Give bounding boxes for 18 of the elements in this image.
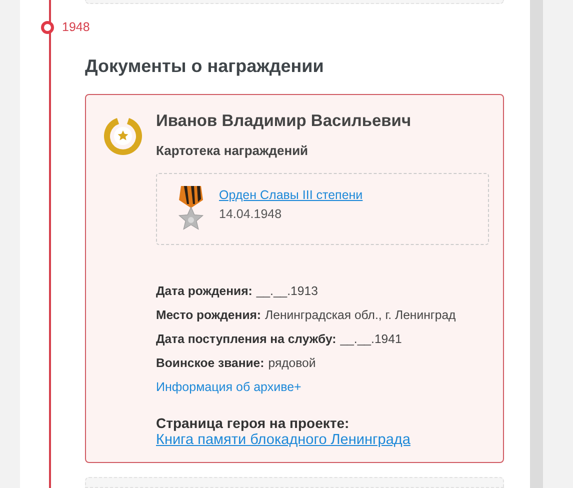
field-value: __.__.1941 xyxy=(340,331,402,348)
hero-page-label: Страница героя на проекте: xyxy=(156,415,350,432)
field-value: __.__.1913 xyxy=(256,283,318,300)
hero-page-link[interactable]: Книга памяти блокадного Ленинграда xyxy=(156,432,410,448)
record-source: Картотека награждений xyxy=(156,143,310,160)
field-label: Дата рождения: xyxy=(156,283,252,300)
award-link[interactable]: Орден Славы III степени xyxy=(219,188,363,202)
timeline-year: 1948 xyxy=(62,20,90,34)
field-label: Дата поступления на службу: xyxy=(156,331,336,348)
archive-info-link[interactable]: Информация об архиве+ xyxy=(156,379,302,396)
field-label: Место рождения: xyxy=(156,307,262,324)
person-name: Иванов Владимир Васильевич xyxy=(156,111,412,132)
medal-ring-icon xyxy=(102,115,144,158)
field-value: рядовой xyxy=(268,355,316,372)
field-label: Воинское звание: xyxy=(156,355,264,372)
award-date: 14.04.1948 xyxy=(219,207,283,222)
field-value: Ленинградская обл., г. Ленинград xyxy=(265,307,456,324)
section-title: Документы о награждении xyxy=(85,55,325,78)
